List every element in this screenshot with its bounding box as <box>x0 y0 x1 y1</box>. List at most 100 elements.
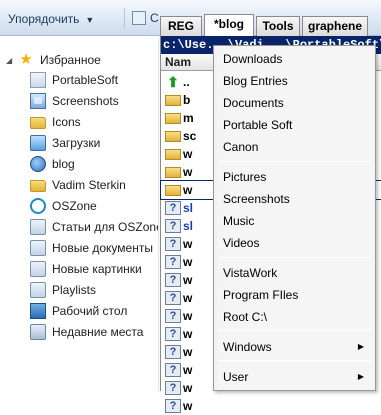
nav-item[interactable]: blog <box>30 154 75 174</box>
menu-item-label: Downloads <box>223 52 283 66</box>
folder-icon <box>165 148 181 160</box>
nav-item[interactable]: OSZone <box>30 196 97 216</box>
unknown-file-icon: ? <box>165 345 181 359</box>
menu-item-user[interactable]: User ▶ <box>215 366 374 388</box>
menu-item-blog-entries[interactable]: Blog Entries <box>215 70 374 92</box>
menu-item-pictures[interactable]: Pictures <box>215 166 374 188</box>
tab-graphene[interactable]: graphene <box>302 16 368 36</box>
unknown-file-icon: ? <box>165 327 181 341</box>
folder-icon <box>30 117 46 129</box>
file-name: m <box>183 111 194 125</box>
collapse-arrow-icon[interactable]: ◢ <box>6 56 16 65</box>
unknown-file-icon: ? <box>165 291 181 305</box>
menu-item-label: Program FIles <box>223 288 299 302</box>
hotlist-menu: Downloads Blog Entries Documents Portable S… <box>213 45 376 391</box>
menu-item-windows[interactable]: Windows ▶ <box>215 336 374 358</box>
file-name: w <box>183 345 193 359</box>
tab-tools[interactable]: Tools <box>256 16 300 36</box>
menu-item-vistawork[interactable]: VistaWork <box>215 262 374 284</box>
menu-item-label: User <box>223 370 249 384</box>
file-name: w <box>183 399 193 413</box>
favorites-label: Избранное <box>40 53 101 67</box>
file-name: b <box>183 93 191 107</box>
nav-item[interactable]: Vadim Sterkin <box>30 175 126 195</box>
nav-item[interactable]: Загрузки <box>30 133 100 153</box>
nav-item[interactable]: PortableSoft <box>30 70 118 90</box>
unknown-file-icon: ? <box>165 219 181 233</box>
file-name: w <box>183 255 193 269</box>
folder-icon <box>165 184 181 196</box>
chevron-down-icon: ▼ <box>85 15 95 25</box>
file-name: .. <box>183 75 190 89</box>
menu-item-label: Pictures <box>223 170 267 184</box>
menu-item-label: Screenshots <box>223 192 290 206</box>
file-name: sc <box>183 129 197 143</box>
nav-item-label: Рабочий стол <box>52 304 128 318</box>
library-icon <box>30 282 46 298</box>
nav-item-label: OSZone <box>52 199 97 213</box>
menu-item-canon[interactable]: Canon <box>215 136 374 158</box>
menu-item-videos[interactable]: Videos <box>215 232 374 254</box>
menu-item-portable-soft[interactable]: Portable Soft <box>215 114 374 136</box>
nav-item[interactable]: Статьи для OSZone <box>30 217 163 237</box>
file-name: w <box>183 273 193 287</box>
menu-item-music[interactable]: Music <box>215 210 374 232</box>
menu-item-root-c[interactable]: Root C:\ <box>215 306 374 328</box>
tab-label: REG <box>167 19 194 33</box>
navigation-pane: ◢ ★ Избранное PortableSoft Screenshots Ico… <box>0 37 163 391</box>
menu-item-label: Videos <box>223 236 260 250</box>
nav-item-label: Недавние места <box>52 325 144 339</box>
nav-item-label: Vadim Sterkin <box>52 178 126 192</box>
portable-icon <box>30 72 46 88</box>
menu-item-label: Music <box>223 214 255 228</box>
toolbar-separator <box>124 8 125 28</box>
file-name: w <box>183 165 193 179</box>
tab-blog[interactable]: *blog <box>204 14 254 36</box>
file-name: w <box>183 309 193 323</box>
nav-item-label: Screenshots <box>52 94 119 108</box>
favorites-header[interactable]: ◢ ★ Избранное <box>6 50 101 70</box>
nav-item-label: Icons <box>52 115 81 129</box>
unknown-file-icon: ? <box>165 201 181 215</box>
nav-item[interactable]: Icons <box>30 112 81 132</box>
toolbar-truncated-label[interactable]: С <box>150 11 159 25</box>
nav-item[interactable]: Недавние места <box>30 322 143 342</box>
menu-item-documents[interactable]: Documents <box>215 92 374 114</box>
file-name: w <box>183 363 193 377</box>
menu-item-label: Root C:\ <box>223 310 268 324</box>
nav-item[interactable]: Screenshots <box>30 91 119 111</box>
library-icon <box>30 219 46 235</box>
menu-item-label: Portable Soft <box>223 118 293 132</box>
menu-item-screenshots[interactable]: Screenshots <box>215 188 374 210</box>
nav-item-label: Статьи для OSZone <box>52 220 163 234</box>
image-icon <box>30 93 46 109</box>
tab-reg[interactable]: REG <box>160 16 202 36</box>
download-icon <box>30 135 46 151</box>
nav-item[interactable]: Новые картинки <box>30 259 142 279</box>
nav-item-label: Загрузки <box>52 136 101 150</box>
nav-item[interactable]: Новые документы <box>30 238 153 258</box>
folder-icon <box>165 94 181 106</box>
file-row[interactable]: ? w <box>161 397 381 415</box>
tab-label: *blog <box>214 17 244 31</box>
oszone-icon <box>30 198 46 214</box>
nav-item[interactable]: Playlists <box>30 280 96 300</box>
library-icon <box>30 240 46 256</box>
file-name: w <box>183 183 193 197</box>
nav-item[interactable]: Рабочий стол <box>30 301 127 321</box>
nav-item-label: Новые документы <box>52 241 153 255</box>
nav-item-label: Новые картинки <box>52 262 142 276</box>
menu-item-program-files[interactable]: Program FIles <box>215 284 374 306</box>
unknown-file-icon: ? <box>165 273 181 287</box>
up-arrow-icon: ⬆ <box>167 74 179 90</box>
unknown-file-icon: ? <box>165 237 181 251</box>
file-name: w <box>183 381 193 395</box>
globe-icon <box>30 156 46 172</box>
menu-item-label: Documents <box>223 96 284 110</box>
toolbar-view-icon[interactable] <box>132 11 146 25</box>
organize-button[interactable]: Упорядочить ▼ <box>8 12 94 26</box>
tab-label: Tools <box>262 19 294 33</box>
menu-item-downloads[interactable]: Downloads <box>215 48 374 70</box>
folder-icon <box>30 180 46 192</box>
submenu-arrow-icon: ▶ <box>357 342 364 351</box>
